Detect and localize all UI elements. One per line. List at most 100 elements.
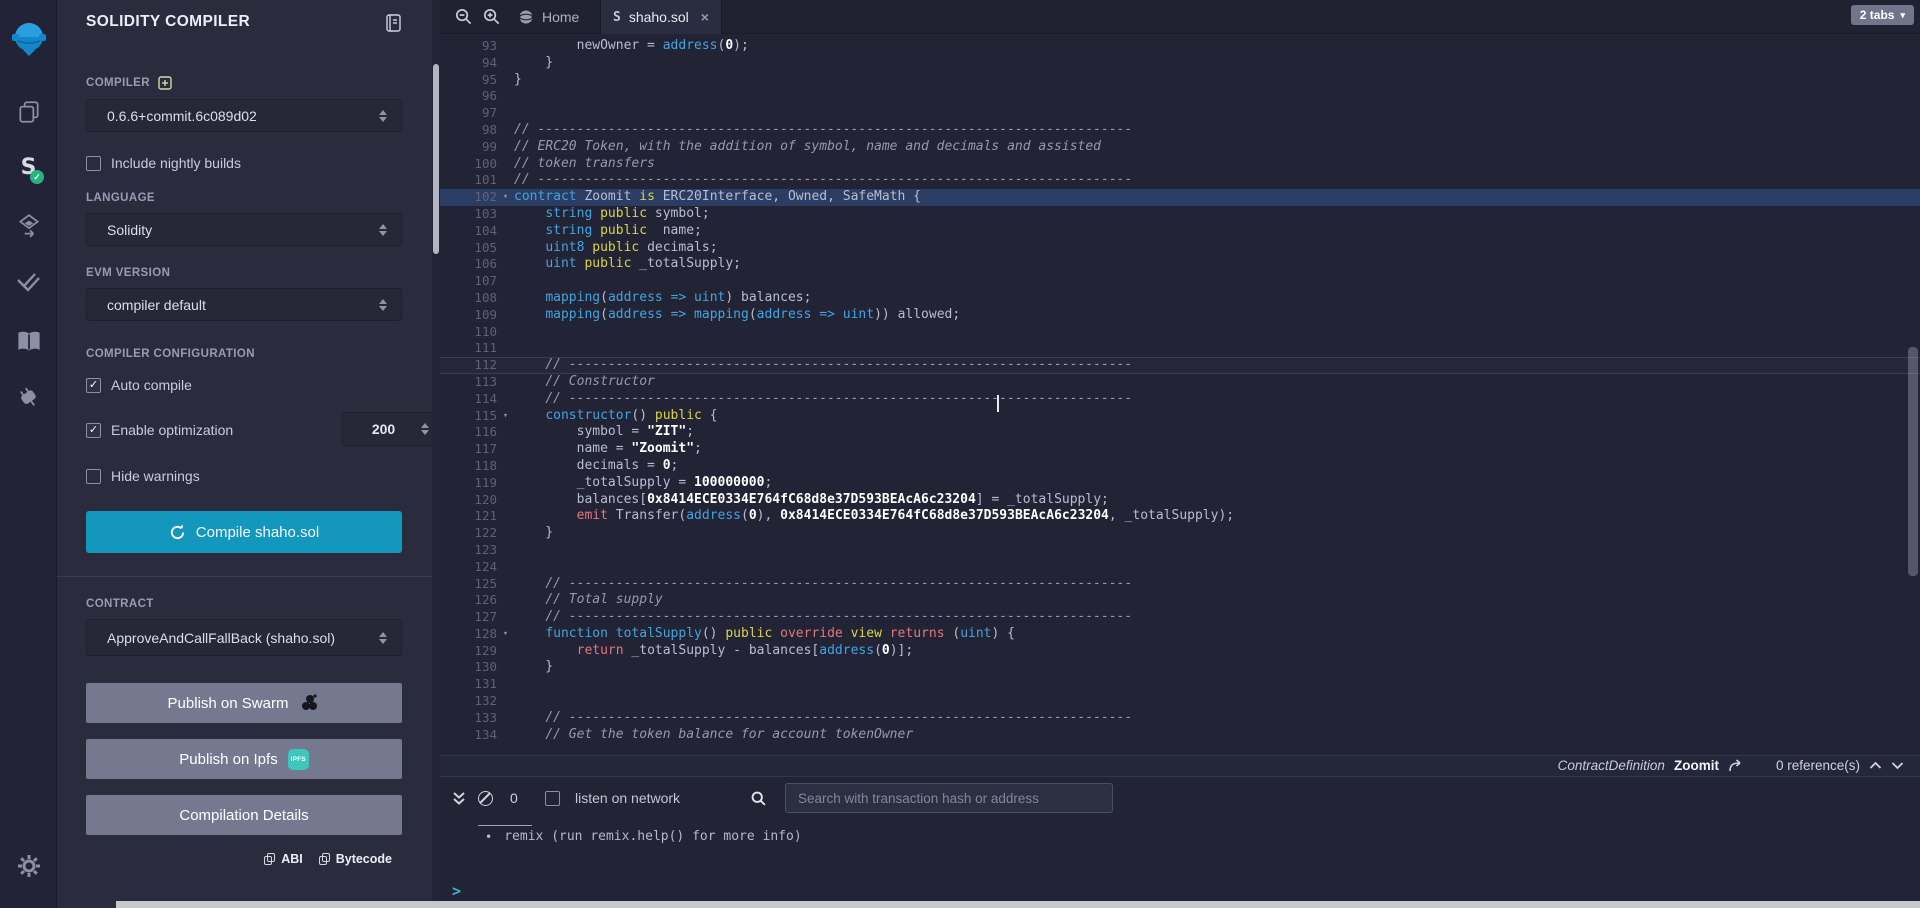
clear-console-icon[interactable]: [478, 791, 493, 806]
tab-home[interactable]: Home: [506, 0, 591, 34]
code-text: }: [514, 72, 522, 89]
code-line-133[interactable]: 133 // ---------------------------------…: [440, 710, 1920, 727]
code-line-104[interactable]: 104 string public name;: [440, 223, 1920, 240]
code-line-125[interactable]: 125 // ---------------------------------…: [440, 576, 1920, 593]
panel-scrollbar-thumb[interactable]: [433, 64, 439, 254]
chevron-up-icon[interactable]: [1869, 761, 1882, 770]
line-number: 95: [440, 72, 497, 89]
code-line-93[interactable]: 93 newOwner = address(0);: [440, 38, 1920, 55]
code-line-119[interactable]: 119 _totalSupply = 100000000;: [440, 475, 1920, 492]
copy-bytecode-button[interactable]: Bytecode: [319, 852, 392, 866]
evm-version-select[interactable]: compiler default: [86, 288, 402, 321]
fold-spacer: [497, 206, 514, 223]
code-line-117[interactable]: 117 name = "Zoomit";: [440, 441, 1920, 458]
fold-spacer: [497, 643, 514, 660]
code-line-126[interactable]: 126 // Total supply: [440, 592, 1920, 609]
line-number: 121: [440, 508, 497, 525]
code-line-98[interactable]: 98// -----------------------------------…: [440, 122, 1920, 139]
code-line-110[interactable]: 110: [440, 324, 1920, 341]
go-to-definition-icon[interactable]: [1728, 759, 1744, 772]
compiler-info-icon[interactable]: [158, 76, 172, 90]
code-line-111[interactable]: 111: [440, 340, 1920, 357]
tabs-count-dropdown[interactable]: 2 tabs ▾: [1851, 5, 1914, 25]
fold-spacer: [497, 559, 514, 576]
code-line-101[interactable]: 101// ----------------------------------…: [440, 172, 1920, 189]
unit-testing-icon[interactable]: [0, 268, 57, 296]
code-line-96[interactable]: 96: [440, 88, 1920, 105]
code-line-115[interactable]: 115▾ constructor() public {: [440, 408, 1920, 425]
code-line-129[interactable]: 129 return _totalSupply - balances[addre…: [440, 643, 1920, 660]
code-line-121[interactable]: 121 emit Transfer(address(0), 0x8414ECE0…: [440, 508, 1920, 525]
plugin-manager-icon[interactable]: [0, 384, 57, 412]
publish-ipfs-button[interactable]: Publish on Ipfs IPFS: [86, 739, 402, 779]
code-line-127[interactable]: 127 // ---------------------------------…: [440, 609, 1920, 626]
editor-status-bar: ContractDefinition Zoomit 0 reference(s): [440, 755, 1920, 776]
code-line-95[interactable]: 95}: [440, 72, 1920, 89]
code-line-94[interactable]: 94 }: [440, 55, 1920, 72]
code-line-97[interactable]: 97: [440, 105, 1920, 122]
zoom-out-icon[interactable]: [454, 7, 473, 31]
code-line-123[interactable]: 123: [440, 542, 1920, 559]
terminal-search-input[interactable]: [785, 783, 1113, 813]
code-line-102[interactable]: 102▾contract Zoomit is ERC20Interface, O…: [440, 189, 1920, 206]
deploy-and-run-icon[interactable]: [0, 212, 57, 240]
compilation-details-button[interactable]: Compilation Details: [86, 795, 402, 835]
hide-warnings-checkbox[interactable]: [86, 469, 101, 484]
file-explorer-icon[interactable]: [0, 98, 57, 126]
stepper-updown-icon[interactable]: [421, 423, 429, 435]
code-line-118[interactable]: 118 decimals = 0;: [440, 458, 1920, 475]
solidity-compiler-icon[interactable]: S ✓: [0, 152, 57, 182]
tab-shaho-sol[interactable]: S shaho.sol ×: [600, 0, 722, 34]
code-line-122[interactable]: 122 }: [440, 525, 1920, 542]
chevron-down-icon[interactable]: [1891, 761, 1904, 770]
documentation-icon[interactable]: [385, 14, 402, 37]
contract-select[interactable]: ApproveAndCallFallBack (shaho.sol): [86, 619, 402, 656]
editor-scrollbar-thumb[interactable]: [1908, 347, 1918, 576]
libraries-icon[interactable]: [0, 328, 57, 356]
compile-button[interactable]: Compile shaho.sol: [86, 511, 402, 553]
settings-gear-icon[interactable]: [0, 852, 57, 880]
code-line-130[interactable]: 130 }: [440, 659, 1920, 676]
code-line-131[interactable]: 131: [440, 676, 1920, 693]
fold-arrow-icon[interactable]: ▾: [497, 626, 514, 643]
publish-swarm-button[interactable]: Publish on Swarm: [86, 683, 402, 723]
remix-logo-icon[interactable]: [0, 16, 57, 60]
fold-arrow-icon[interactable]: ▾: [497, 189, 514, 206]
close-tab-icon[interactable]: ×: [701, 9, 709, 25]
code-line-112[interactable]: 112 // ---------------------------------…: [440, 357, 1920, 374]
code-line-99[interactable]: 99// ERC20 Token, with the addition of s…: [440, 139, 1920, 156]
fold-spacer: [497, 72, 514, 89]
language-select[interactable]: Solidity: [86, 213, 402, 246]
code-line-108[interactable]: 108 mapping(address => uint) balances;: [440, 290, 1920, 307]
code-line-106[interactable]: 106 uint public _totalSupply;: [440, 256, 1920, 273]
compilation-details-label: Compilation Details: [179, 807, 308, 824]
listen-network-checkbox[interactable]: [545, 791, 560, 806]
code-line-100[interactable]: 100// token transfers: [440, 156, 1920, 173]
code-line-113[interactable]: 113 // Constructor: [440, 374, 1920, 391]
code-line-128[interactable]: 128▾ function totalSupply() public overr…: [440, 626, 1920, 643]
fold-arrow-icon[interactable]: ▾: [497, 408, 514, 425]
code-line-116[interactable]: 116 symbol = "ZIT";: [440, 424, 1920, 441]
fold-spacer: [497, 223, 514, 240]
compiler-version-select[interactable]: 0.6.6+commit.6c089d02: [86, 99, 402, 132]
code-line-107[interactable]: 107: [440, 273, 1920, 290]
collapse-terminal-icon[interactable]: [452, 791, 466, 806]
code-editor[interactable]: 93 newOwner = address(0);94 }95}969798//…: [440, 38, 1920, 743]
code-line-114[interactable]: 114 // ---------------------------------…: [440, 391, 1920, 408]
code-line-132[interactable]: 132: [440, 693, 1920, 710]
code-line-109[interactable]: 109 mapping(address => mapping(address =…: [440, 307, 1920, 324]
include-nightly-checkbox[interactable]: [86, 156, 101, 171]
code-line-134[interactable]: 134 // Get the token balance for account…: [440, 727, 1920, 744]
code-line-105[interactable]: 105 uint8 public decimals;: [440, 240, 1920, 257]
terminal-prompt[interactable]: >: [452, 882, 461, 900]
enable-optimization-checkbox[interactable]: ✓: [86, 423, 101, 438]
horizontal-scrollbar[interactable]: [116, 901, 1920, 908]
code-line-120[interactable]: 120 balances[0x8414ECE0334E764fC68d8e37D…: [440, 492, 1920, 509]
panel-scrollbar[interactable]: [432, 0, 440, 908]
code-line-124[interactable]: 124: [440, 559, 1920, 576]
auto-compile-checkbox[interactable]: ✓: [86, 378, 101, 393]
zoom-in-icon[interactable]: [482, 7, 501, 31]
copy-abi-button[interactable]: ABI: [264, 852, 303, 866]
code-line-103[interactable]: 103 string public symbol;: [440, 206, 1920, 223]
line-number: 118: [440, 458, 497, 475]
